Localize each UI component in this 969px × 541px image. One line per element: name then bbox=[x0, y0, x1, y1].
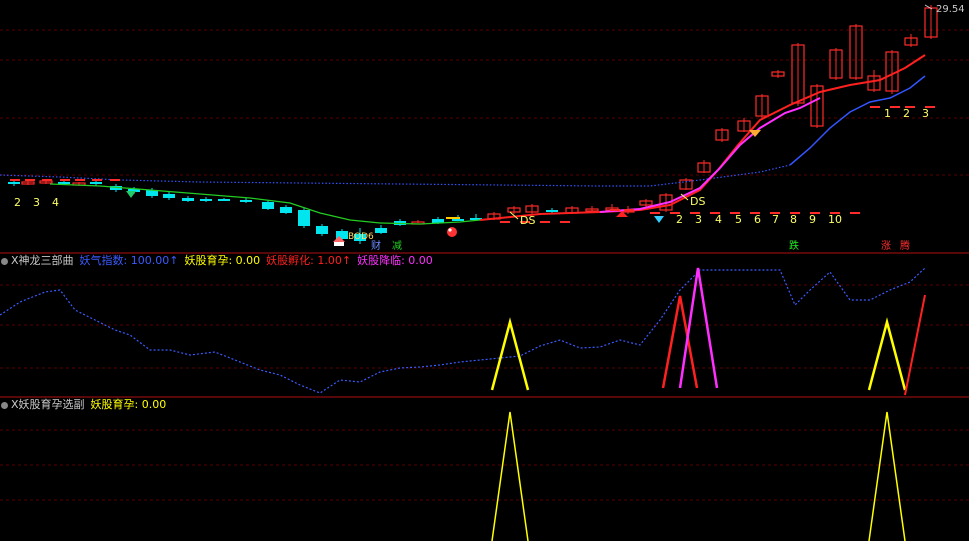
indicator-spikes bbox=[490, 267, 926, 396]
count-label: 10 bbox=[828, 213, 842, 226]
tag-teng: 腾 bbox=[900, 241, 910, 252]
candle[interactable] bbox=[262, 200, 274, 210]
candle[interactable] bbox=[218, 198, 230, 201]
low-note: BOD6 bbox=[348, 232, 374, 242]
candle[interactable] bbox=[240, 198, 252, 203]
candle[interactable] bbox=[375, 225, 387, 234]
yaoqi-index-line bbox=[0, 267, 926, 394]
count-label: 1 bbox=[884, 107, 891, 120]
candle[interactable] bbox=[394, 219, 406, 226]
count-label: 5 bbox=[735, 213, 742, 226]
candle[interactable] bbox=[280, 205, 292, 214]
panel2-values: 妖股育孕: 0.00 bbox=[91, 398, 173, 412]
count-label: 3 bbox=[695, 213, 702, 226]
panel-value-0: 妖股育孕: 0.00 bbox=[90, 398, 167, 411]
panel2-header: X妖股育孕选副 妖股育孕: 0.00 bbox=[0, 398, 178, 412]
candle[interactable] bbox=[737, 118, 751, 132]
panel-value-3: 妖股降临: 0.00 bbox=[357, 254, 433, 267]
candle[interactable] bbox=[507, 206, 521, 214]
chart-stage[interactable] bbox=[0, 0, 969, 541]
panel1-title[interactable]: X神龙三部曲 bbox=[11, 254, 74, 268]
candlestick-series[interactable] bbox=[8, 5, 938, 244]
candle[interactable] bbox=[525, 204, 539, 214]
candle[interactable] bbox=[182, 196, 194, 202]
count-label: 3 bbox=[922, 107, 929, 120]
count-label: 2 bbox=[14, 196, 21, 209]
red-ball-icon bbox=[447, 227, 457, 237]
count-label: 3 bbox=[33, 196, 40, 209]
candle[interactable] bbox=[715, 128, 729, 142]
panel-dot-icon bbox=[1, 401, 8, 409]
blue-diamond-icon bbox=[654, 216, 664, 223]
panel1-header: X神龙三部曲 妖气指数: 100.00↑ 妖股育孕: 0.00 妖股孵化: 1.00… bbox=[0, 254, 445, 268]
count-label: 9 bbox=[809, 213, 816, 226]
tag-jian: 减 bbox=[392, 241, 402, 252]
diamond-icon bbox=[126, 191, 136, 198]
candle[interactable] bbox=[163, 192, 175, 200]
candle[interactable] bbox=[316, 224, 328, 236]
panel-value-1: 妖股育孕: 0.00 bbox=[184, 254, 261, 267]
panel-value-0: 妖气指数: 100.00↑ bbox=[79, 254, 179, 267]
candle[interactable] bbox=[791, 43, 805, 106]
blue-ma-line-right bbox=[789, 75, 926, 166]
candle[interactable] bbox=[585, 206, 599, 212]
count-label: 6 bbox=[754, 213, 761, 226]
candle[interactable] bbox=[755, 94, 769, 118]
panel1-values: 妖气指数: 100.00↑ 妖股育孕: 0.00 妖股孵化: 1.00↑ 妖股降临: … bbox=[80, 254, 439, 268]
candle[interactable] bbox=[546, 208, 558, 213]
tag-die: 跌 bbox=[789, 241, 799, 252]
candle[interactable] bbox=[697, 160, 711, 173]
candle[interactable] bbox=[829, 48, 843, 80]
count-label: 4 bbox=[52, 196, 59, 209]
candle[interactable] bbox=[200, 197, 212, 202]
count-label: 8 bbox=[790, 213, 797, 226]
panel-dot-icon bbox=[1, 257, 8, 265]
count-label: 2 bbox=[676, 213, 683, 226]
panel2-title[interactable]: X妖股育孕选副 bbox=[11, 398, 85, 412]
candle[interactable] bbox=[849, 24, 863, 80]
candle[interactable] bbox=[810, 84, 824, 128]
candle[interactable] bbox=[298, 208, 310, 228]
panel-value-2: 妖股孵化: 1.00↑ bbox=[266, 254, 352, 267]
count-label: 7 bbox=[772, 213, 779, 226]
tag-zhang: 涨 bbox=[881, 241, 891, 252]
candle[interactable] bbox=[771, 70, 785, 78]
blue-dotted-ma-line bbox=[0, 164, 791, 187]
yaogu-yuyun-spikes bbox=[491, 411, 906, 541]
yellow-bar-marker bbox=[446, 217, 460, 219]
red-dash-markers bbox=[10, 106, 935, 223]
ds-label-2: DS bbox=[690, 195, 706, 208]
candle[interactable] bbox=[679, 178, 693, 190]
price-high-label: 29.54 bbox=[936, 4, 965, 15]
candle[interactable] bbox=[904, 34, 918, 47]
magenta-ma-line bbox=[599, 97, 821, 213]
count-label: 4 bbox=[715, 213, 722, 226]
count-label: 2 bbox=[903, 107, 910, 120]
ds-label-1: DS bbox=[520, 214, 536, 227]
